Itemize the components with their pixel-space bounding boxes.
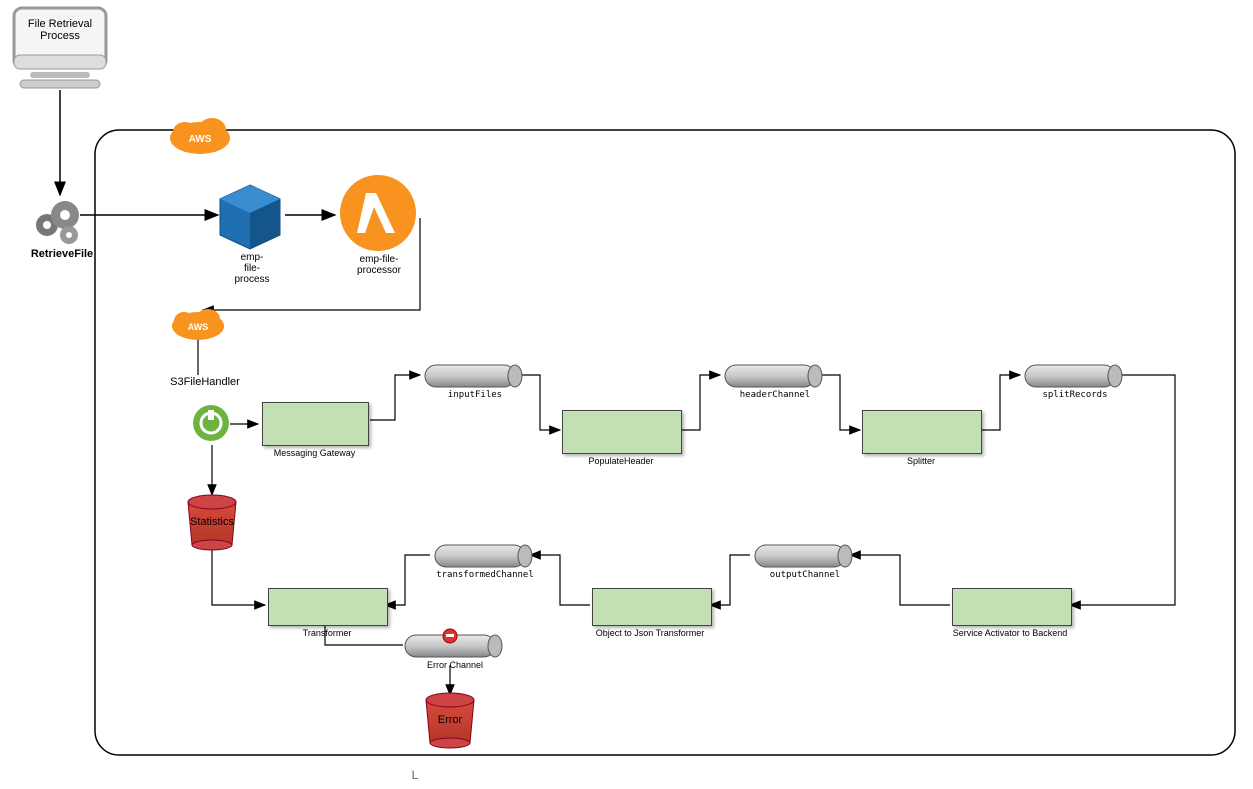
- populate-label: PopulateHeader: [562, 456, 680, 466]
- channel-split: [1025, 365, 1122, 387]
- populate-header-box: [562, 410, 682, 454]
- s3filehandler-label: S3FileHandler: [160, 376, 250, 388]
- channel-header: [725, 365, 822, 387]
- channel-transformed: [435, 545, 532, 567]
- splitrecords-label: splitRecords: [1030, 390, 1120, 400]
- aws-cloud-top: AWS: [170, 118, 230, 154]
- channel-error: [405, 629, 502, 657]
- splitter-box: [862, 410, 982, 454]
- headerchannel-label: headerChannel: [730, 390, 820, 400]
- lambda-icon: [340, 175, 416, 251]
- channel-inputfiles: [425, 365, 522, 387]
- svg-text:AWS: AWS: [188, 322, 209, 332]
- retrieve-file-label: RetrieveFile: [22, 248, 102, 260]
- service-label: Service Activator to Backend: [930, 628, 1090, 638]
- outputchannel-label: outputChannel: [760, 570, 850, 580]
- computer-title: File Retrieval Process: [20, 18, 100, 42]
- service-activator-box: [952, 588, 1072, 626]
- messaging-gateway-box: [262, 402, 369, 446]
- lambda-label: emp-file- processor: [344, 254, 414, 276]
- spring-icon: [193, 405, 229, 441]
- o2j-label: Object to Json Transformer: [580, 628, 720, 638]
- s3-bucket-label: emp- file- process: [222, 252, 282, 285]
- transformedchannel-label: transformedChannel: [430, 570, 540, 580]
- inputfiles-label: inputFiles: [430, 390, 520, 400]
- svg-text:AWS: AWS: [189, 134, 212, 145]
- s3-bucket-icon: [220, 185, 280, 249]
- splitter-label: Splitter: [862, 456, 980, 466]
- errorchannel-label: Error Channel: [410, 660, 500, 670]
- aws-cloud-mid: AWS: [172, 309, 224, 340]
- transformer-label: Transformer: [268, 628, 386, 638]
- footer-label: L: [405, 768, 425, 782]
- gears-icon: [36, 201, 79, 244]
- gateway-label: Messaging Gateway: [262, 448, 367, 458]
- statistics-text: Statistics: [183, 516, 241, 528]
- transformer-box: [268, 588, 388, 626]
- object-to-json-box: [592, 588, 712, 626]
- channel-output: [755, 545, 852, 567]
- error-text: Error: [428, 714, 472, 726]
